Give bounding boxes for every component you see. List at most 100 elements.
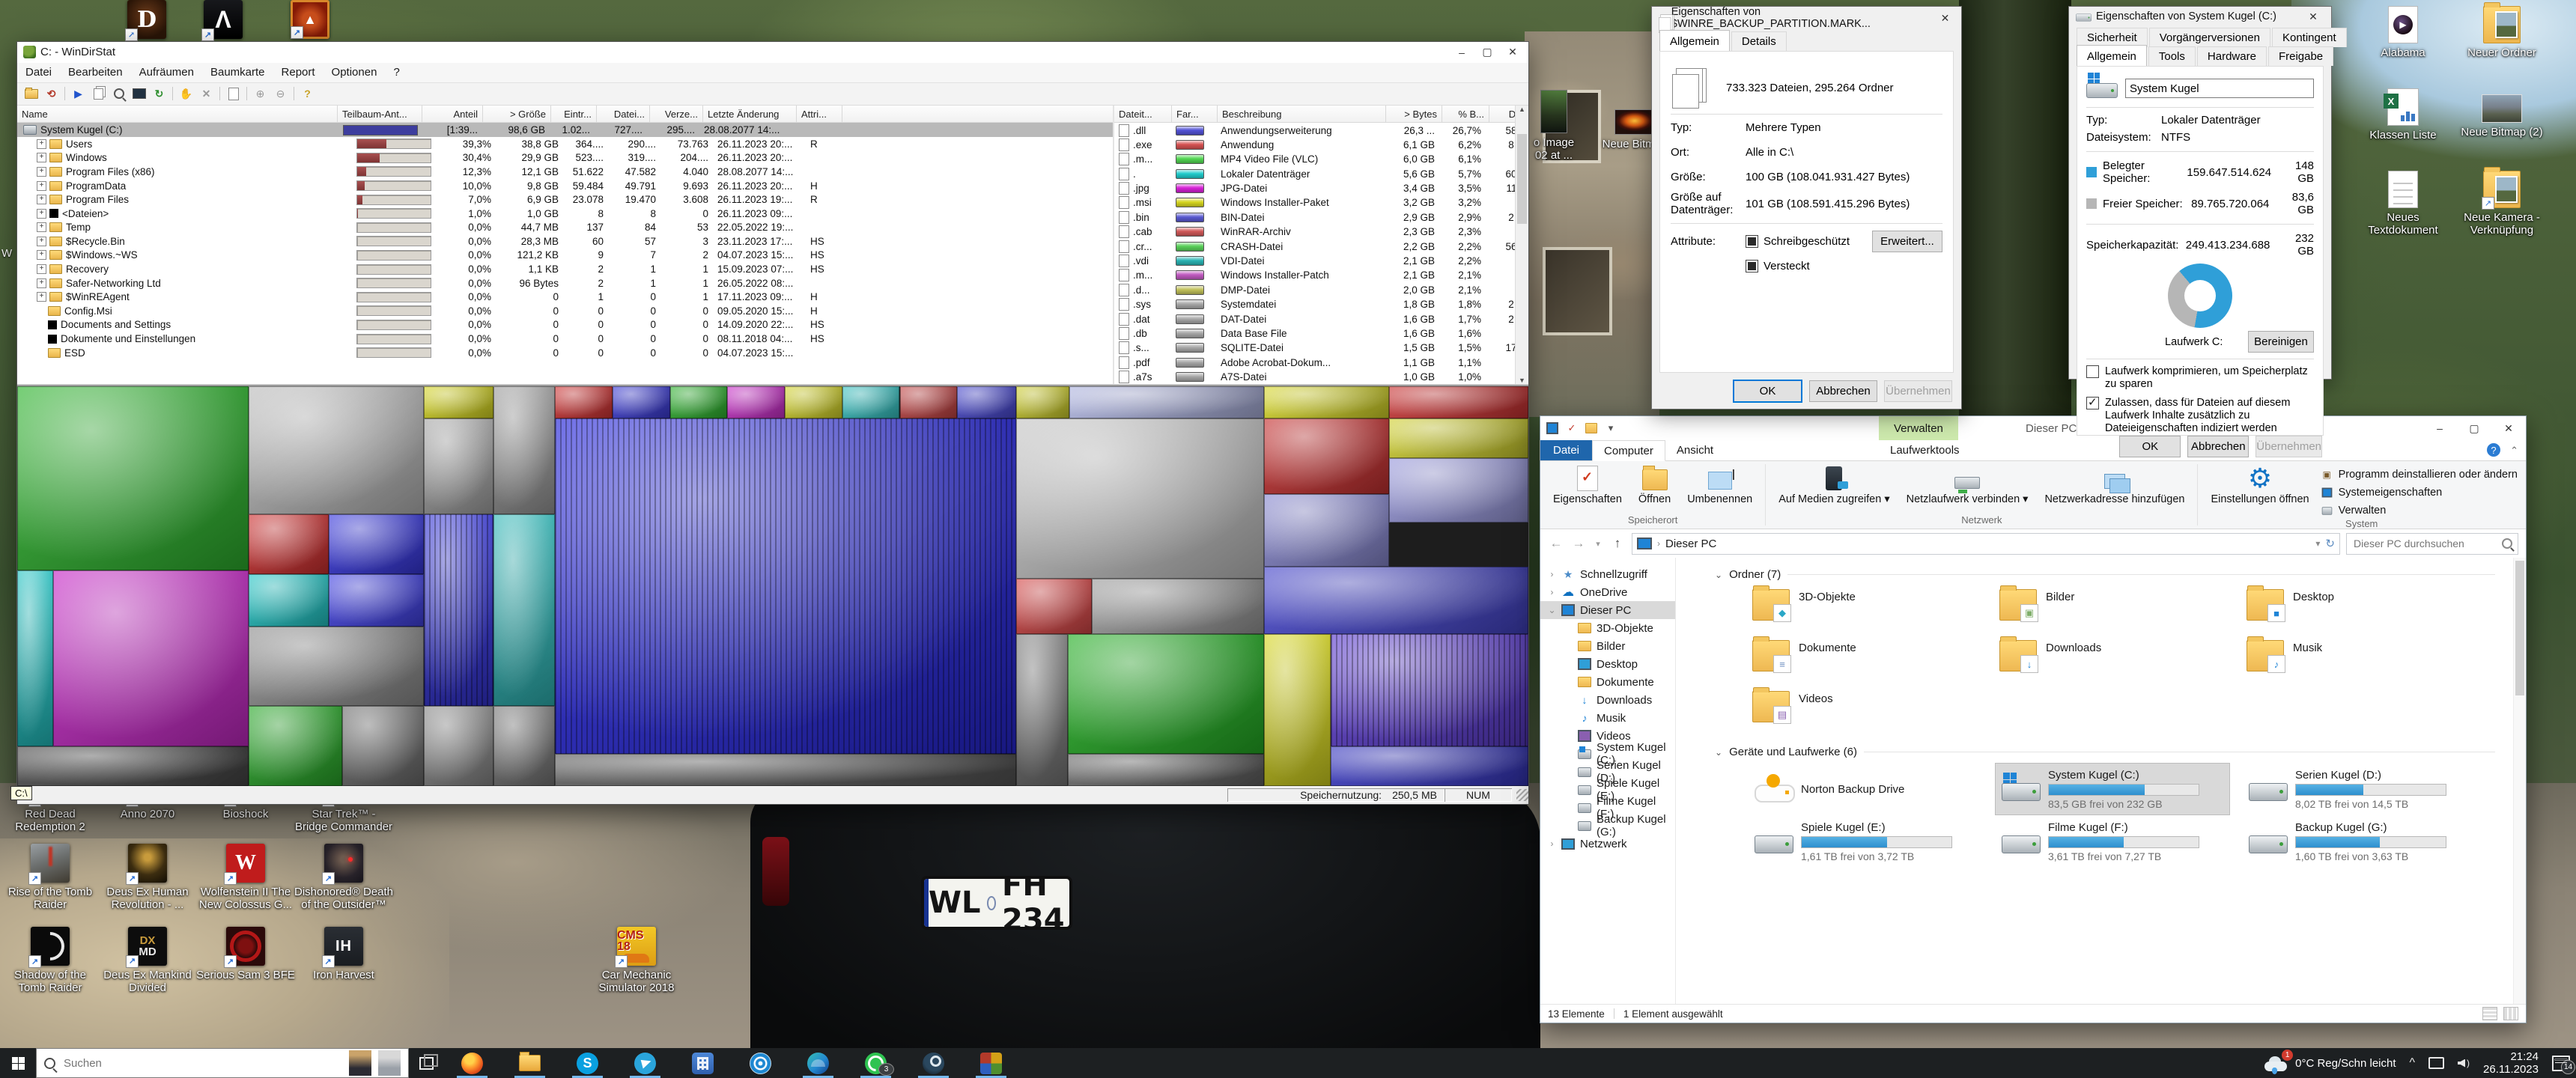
menu-item-report[interactable]: Report bbox=[273, 66, 323, 79]
treemap-tile[interactable] bbox=[1389, 418, 1528, 458]
game-shortcut-rise-of-the-tomb-raider[interactable]: ↗Rise of the Tomb Raider bbox=[1, 844, 100, 911]
treemap-tile[interactable] bbox=[785, 386, 842, 418]
search-box[interactable] bbox=[2346, 533, 2518, 555]
desktop-icon-klassen-liste[interactable]: XKlassen Liste bbox=[2354, 88, 2452, 141]
treemap-tile[interactable] bbox=[1068, 754, 1264, 786]
tab-freigabe[interactable]: Freigabe bbox=[2268, 46, 2333, 66]
treemap-tile[interactable] bbox=[493, 514, 556, 706]
dialog-titlebar[interactable]: Eigenschaften von $WINRE_BACKUP_PARTITIO… bbox=[1652, 7, 1961, 29]
treemap-tile[interactable] bbox=[1016, 579, 1092, 635]
expand-icon[interactable]: + bbox=[37, 195, 46, 204]
toolbar-delete-icon[interactable]: ✕ bbox=[197, 85, 216, 103]
treemap-tile[interactable] bbox=[424, 386, 493, 418]
tab-laufwerktools[interactable]: Laufwerktools bbox=[1879, 440, 1971, 460]
tab-vorgaengerversionen[interactable]: Vorgängerversionen bbox=[2149, 28, 2270, 47]
directory-row[interactable]: +$Recycle.Bin0,0%28,3 MB6057323.11.2023 … bbox=[17, 234, 1113, 249]
extension-row[interactable]: .Lokaler Datenträger5,6 GB5,7%60.3... bbox=[1114, 167, 1515, 181]
treemap-tile[interactable] bbox=[1264, 494, 1389, 566]
history-dropdown-icon[interactable]: ▾ bbox=[1593, 539, 1603, 549]
scroll-down-icon[interactable]: ▼ bbox=[1519, 377, 1525, 384]
menu-item-baumkarte[interactable]: Baumkarte bbox=[202, 66, 273, 79]
ok-button[interactable]: OK bbox=[2119, 436, 2181, 457]
taskbar-app-calc[interactable] bbox=[674, 1048, 732, 1078]
expand-icon[interactable]: + bbox=[37, 153, 46, 162]
eigenschaften-button[interactable]: Eigenschaften bbox=[1548, 464, 1627, 507]
column-header[interactable]: Datei... bbox=[597, 106, 650, 122]
treemap-tile[interactable] bbox=[900, 386, 958, 418]
resize-grip[interactable] bbox=[1516, 789, 1528, 801]
ribbon-collapse-icon[interactable]: ⌃ bbox=[2510, 445, 2518, 457]
extension-row[interactable]: .datDAT-Datei1,6 GB1,7%2.538 bbox=[1114, 311, 1515, 326]
komprimieren-checkbox[interactable] bbox=[2086, 365, 2099, 378]
extension-row[interactable]: .m...MP4 Video File (VLC)6,0 GB6,1%902 bbox=[1114, 152, 1515, 166]
treemap-tile[interactable] bbox=[1092, 579, 1264, 635]
explorer-titlebar[interactable]: ✓ ▾ Verwalten Dieser PC – ▢ ✕ bbox=[1540, 416, 2526, 440]
scrollbar-thumb[interactable] bbox=[2515, 561, 2524, 695]
expand-icon[interactable]: + bbox=[37, 181, 46, 191]
expand-icon[interactable]: + bbox=[37, 292, 46, 302]
folder-item-desktop[interactable]: ■Desktop bbox=[2242, 585, 2489, 636]
game-shortcut-shadow-of-the-tomb-raider[interactable]: ↗Shadow of the Tomb Raider bbox=[1, 927, 100, 994]
address-dropdown-icon[interactable]: ▾ bbox=[2315, 538, 2320, 549]
menu-item-aufrumen[interactable]: Aufräumen bbox=[131, 66, 202, 79]
tray-chevron-icon[interactable]: ^ bbox=[2410, 1056, 2416, 1070]
treemap-tile[interactable] bbox=[670, 386, 728, 418]
netzwerkadresse-hinzufuegen-button[interactable]: Netzwerkadresse hinzufügen bbox=[2039, 464, 2190, 507]
help-icon[interactable]: ? bbox=[2487, 443, 2500, 457]
expand-icon[interactable]: + bbox=[37, 264, 46, 274]
extension-row[interactable]: .vdiVDI-Datei2,1 GB2,2%5 bbox=[1114, 254, 1515, 268]
directory-row[interactable]: +Windows30,4%29,9 GB523....319....204...… bbox=[17, 151, 1113, 165]
taskbar-search-input[interactable] bbox=[62, 1056, 342, 1071]
uebernehmen-button[interactable]: Übernehmen bbox=[2255, 436, 2322, 457]
close-button[interactable]: ✕ bbox=[1500, 43, 1525, 61]
tab-tools[interactable]: Tools bbox=[2148, 46, 2196, 66]
collapse-icon[interactable]: ⌄ bbox=[1715, 747, 1722, 758]
tab-hardware[interactable]: Hardware bbox=[2197, 46, 2267, 66]
oeffnen-button[interactable]: Öffnen bbox=[1633, 464, 1676, 507]
game-shortcut-dishonored-death-of-the-outsider-[interactable]: ↗Dishonored® Death of the Outsider™ bbox=[294, 844, 393, 911]
desktop-icon-neue-bitmap-2-[interactable]: Neue Bitmap (2) bbox=[2452, 88, 2551, 138]
column-header[interactable]: Dateit... bbox=[1114, 106, 1172, 122]
sidebar-item-onedrive[interactable]: ›☁OneDrive bbox=[1540, 583, 1675, 601]
close-icon[interactable]: ✕ bbox=[2298, 7, 2328, 26]
treemap-tile[interactable] bbox=[493, 386, 556, 514]
collapse-icon[interactable]: ⌄ bbox=[1715, 570, 1722, 580]
einstellungen-oeffnen-button[interactable]: ⚙Einstellungen öffnen bbox=[2205, 464, 2314, 507]
taskbar-app-steam[interactable] bbox=[905, 1048, 962, 1078]
drive-item-backup-kugel-g-[interactable]: Backup Kugel (G:)1,60 TB frei von 3,63 T… bbox=[2242, 815, 2477, 868]
tab-datei[interactable]: Datei bbox=[1540, 440, 1592, 460]
toolbar-go-icon[interactable]: ▶ bbox=[69, 85, 88, 103]
treemap-tile[interactable] bbox=[1264, 418, 1389, 494]
expand-arrow-icon[interactable]: ⌄ bbox=[1548, 605, 1556, 615]
expand-icon[interactable]: + bbox=[37, 167, 46, 177]
programm-deinstallieren-button[interactable]: ▣Programm deinstallieren oder ändern bbox=[2321, 467, 2518, 482]
extension-list-scrollbar[interactable]: ▲ ▼ bbox=[1515, 106, 1528, 384]
umbenennen-button[interactable]: Umbenennen bbox=[1682, 464, 1758, 507]
weather-widget[interactable]: 1 0°C Reg/Schn leicht bbox=[2263, 1055, 2396, 1071]
folder-item-3d-objekte[interactable]: ◆3D-Objekte bbox=[1748, 585, 1995, 636]
toolbar-copy-icon[interactable] bbox=[89, 85, 108, 103]
extension-row[interactable]: .jpgJPG-Datei3,4 GB3,5%11.4... bbox=[1114, 181, 1515, 195]
directory-row[interactable]: +Program Files7,0%6,9 GB23.07819.4703.60… bbox=[17, 192, 1113, 207]
treemap-tile[interactable] bbox=[424, 418, 493, 514]
uebernehmen-button[interactable]: Übernehmen bbox=[1884, 380, 1952, 402]
directory-row[interactable]: System Kugel (C:)[1:39...98,6 GB1.02...7… bbox=[17, 123, 1113, 137]
taskbar-app-explorer[interactable] bbox=[501, 1048, 559, 1078]
scrollbar-thumb[interactable] bbox=[1517, 134, 1527, 224]
toolbar-zoom-out-icon[interactable]: ⊖ bbox=[271, 85, 290, 103]
address-breadcrumb[interactable]: Dieser PC bbox=[1665, 538, 1716, 550]
column-header[interactable]: Name bbox=[17, 106, 338, 122]
extension-row[interactable]: .m...Windows Installer-Patch2,1 GB2,1%72 bbox=[1114, 268, 1515, 282]
minimize-button[interactable]: – bbox=[2422, 419, 2457, 437]
desktop-icon-alabama[interactable]: ▶Alabama bbox=[2354, 6, 2452, 59]
expand-icon[interactable]: + bbox=[37, 278, 46, 288]
systemeigenschaften-button[interactable]: Systemeigenschaften bbox=[2321, 485, 2518, 500]
expand-arrow-icon[interactable]: › bbox=[1548, 838, 1556, 849]
game-shortcut-deus-ex-human-revolution-[interactable]: ↗Deus Ex Human Revolution - ... bbox=[98, 844, 197, 911]
extension-row[interactable]: .binBIN-Datei2,9 GB2,9%2.028 bbox=[1114, 210, 1515, 225]
drive-item-spiele-kugel-e-[interactable]: Spiele Kugel (E:)1,61 TB frei von 3,72 T… bbox=[1748, 815, 1983, 868]
treemap-tile[interactable] bbox=[1016, 386, 1069, 418]
toolbar-show-treemap-icon[interactable] bbox=[130, 85, 148, 103]
column-header[interactable]: > Größe bbox=[483, 106, 551, 122]
column-header[interactable]: Beschreibung bbox=[1218, 106, 1386, 122]
